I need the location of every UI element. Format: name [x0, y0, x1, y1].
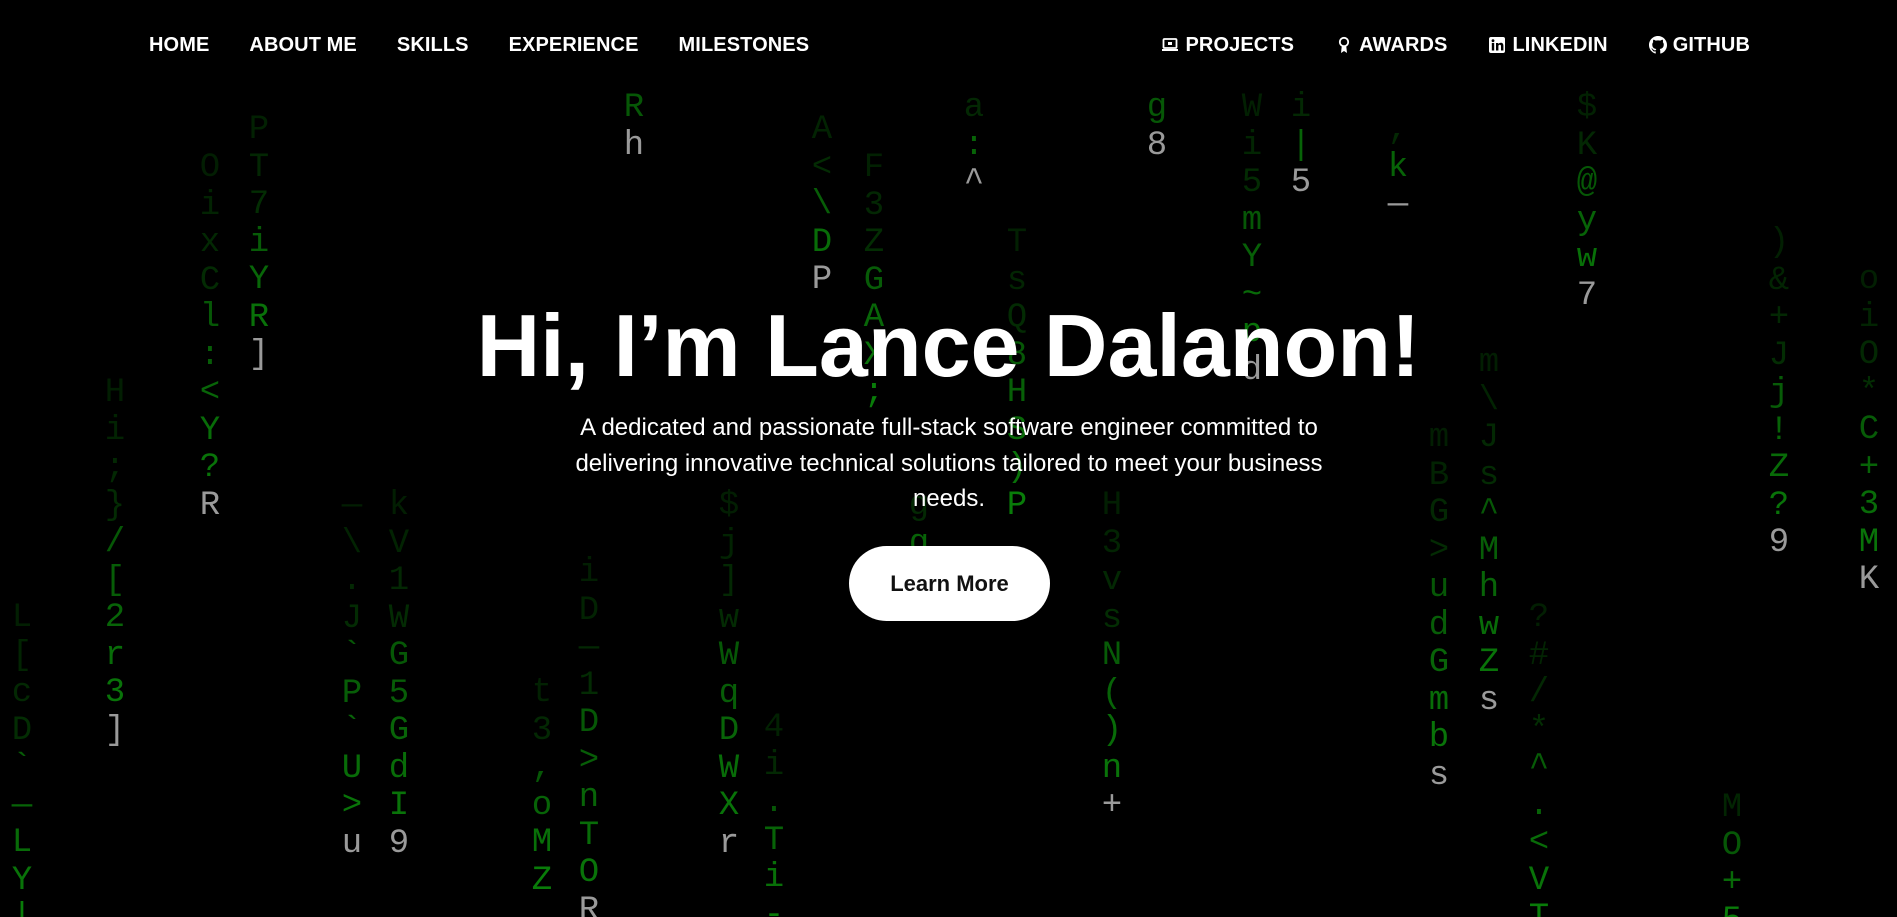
learn-more-button[interactable]: Learn More [849, 546, 1050, 621]
nav-link-about-me[interactable]: ABOUT ME [249, 33, 356, 57]
nav-link-milestones[interactable]: MILESTONES [679, 33, 810, 57]
linkedin-icon [1487, 35, 1507, 55]
nav-link-projects[interactable]: PROJECTS [1160, 33, 1294, 57]
hero-section: Hi, I’m Lance Dalanon! A dedicated and p… [0, 0, 1897, 917]
award-ribbon-icon [1334, 35, 1354, 55]
nav-link-home[interactable]: HOME [149, 33, 209, 57]
github-icon [1648, 35, 1668, 55]
laptop-icon [1160, 35, 1180, 55]
nav-link-linkedin-label: LINKEDIN [1512, 34, 1608, 56]
nav-link-projects-label: PROJECTS [1185, 34, 1295, 56]
nav-right-group: PROJECTS AWARDS LINKEDIN GITHUB [1160, 33, 1750, 57]
hero-subtitle: A dedicated and passionate full-stack so… [575, 414, 1323, 512]
nav-link-experience[interactable]: EXPERIENCE [509, 33, 639, 57]
nav-link-github[interactable]: GITHUB [1648, 33, 1750, 57]
nav-left-group: HOME ABOUT ME SKILLS EXPERIENCE MILESTON… [149, 33, 809, 57]
nav-link-linkedin[interactable]: LINKEDIN [1487, 33, 1608, 57]
top-navbar: HOME ABOUT ME SKILLS EXPERIENCE MILESTON… [0, 0, 1897, 90]
nav-link-awards-label: AWARDS [1359, 34, 1448, 56]
nav-link-awards[interactable]: AWARDS [1334, 33, 1447, 57]
nav-link-skills[interactable]: SKILLS [397, 33, 469, 57]
hero-title: Hi, I’m Lance Dalanon! [476, 296, 1421, 395]
nav-link-github-label: GITHUB [1672, 34, 1750, 56]
